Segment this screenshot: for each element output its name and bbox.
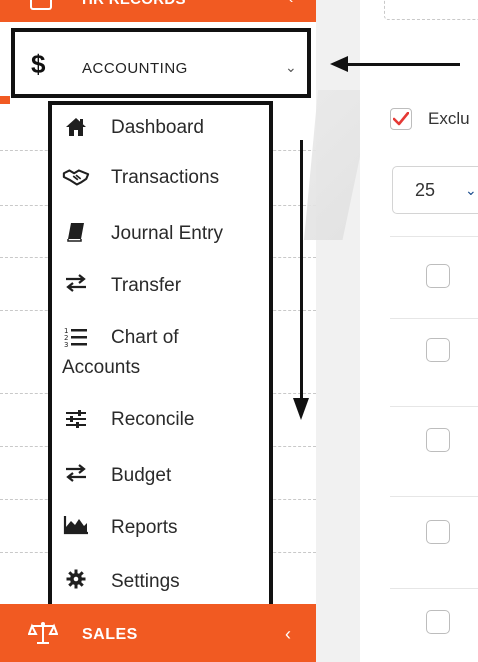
- submenu-item-label: Chart of: [111, 327, 179, 348]
- submenu-item-reconcile[interactable]: Reconcile: [52, 407, 269, 443]
- chevron-down-icon: ⌄: [465, 182, 477, 198]
- sidebar-item-sales[interactable]: SALES ‹: [0, 604, 316, 662]
- accounting-submenu: Dashboard Transactions Journal Entry Tra…: [48, 101, 273, 608]
- annotation-arrow-down: [300, 140, 303, 402]
- submenu-item-reports[interactable]: Reports: [52, 513, 269, 549]
- sidebar-item-label: SALES: [82, 626, 138, 643]
- row-checkbox[interactable]: [426, 338, 450, 362]
- home-icon: [62, 115, 90, 139]
- dollar-icon: $: [31, 49, 46, 79]
- sidebar-item-hr-records[interactable]: HR RECORDS ‹: [0, 0, 316, 22]
- submenu-item-dashboard[interactable]: Dashboard: [52, 115, 269, 151]
- row-divider: [390, 236, 478, 237]
- submenu-item-budget[interactable]: Budget: [52, 461, 269, 497]
- row-checkbox[interactable]: [426, 264, 450, 288]
- transfer-arrows-icon: [62, 271, 90, 295]
- submenu-item-transactions[interactable]: Transactions: [52, 165, 269, 201]
- row-divider: [390, 406, 478, 407]
- scale-icon: [27, 621, 59, 645]
- transfer-arrows-icon: [62, 461, 90, 485]
- chevron-left-icon: ‹: [285, 624, 291, 644]
- row-divider: [390, 318, 478, 319]
- sliders-icon: [62, 407, 90, 431]
- annotation-arrow-left: [344, 63, 460, 66]
- chevron-left-icon: ‹: [288, 0, 293, 8]
- submenu-item-label-line2: Accounts: [62, 357, 141, 378]
- exclude-checkbox[interactable]: [390, 108, 412, 130]
- row-checkbox[interactable]: [426, 610, 450, 634]
- svg-text:3: 3: [64, 341, 68, 348]
- page-size-value: 25: [415, 180, 436, 200]
- row-divider: [390, 496, 478, 497]
- submenu-item-label: Settings: [111, 571, 180, 592]
- submenu-item-label: Journal Entry: [111, 223, 223, 244]
- row-divider: [390, 588, 478, 589]
- sidebar-item-accounting[interactable]: $ ACCOUNTING ⌄: [11, 28, 311, 98]
- folder-icon: [30, 0, 52, 10]
- submenu-item-label: Transfer: [111, 275, 182, 296]
- area-chart-icon: [62, 513, 90, 537]
- submenu-item-settings[interactable]: Settings: [52, 567, 269, 603]
- book-icon: [62, 220, 90, 244]
- annotation-arrow-left-head: [330, 56, 348, 72]
- accent-tail: [0, 96, 10, 104]
- submenu-item-label: Reconcile: [111, 409, 195, 430]
- submenu-item-label: Dashboard: [111, 117, 204, 138]
- submenu-item-transfer[interactable]: Transfer: [52, 271, 269, 307]
- submenu-item-label: Budget: [111, 465, 172, 486]
- sidebar-item-label: ACCOUNTING: [82, 60, 188, 77]
- sidebar: HR RECORDS ‹ $ ACCOUNTING ⌄ Dashboard Tr…: [0, 0, 316, 662]
- numbered-list-icon: 123: [62, 325, 90, 349]
- row-checkbox[interactable]: [426, 520, 450, 544]
- exclude-label: Exclu: [428, 109, 470, 128]
- submenu-item-journal-entry[interactable]: Journal Entry: [52, 220, 269, 256]
- sidebar-item-label: HR RECORDS: [82, 0, 186, 8]
- chevron-down-icon: ⌄: [285, 59, 297, 75]
- gear-icon: [62, 567, 90, 591]
- page-size-select[interactable]: 25 ⌄: [392, 166, 478, 214]
- annotation-arrow-down-head: [293, 398, 309, 420]
- handshake-icon: [62, 165, 90, 189]
- submenu-item-label: Transactions: [111, 167, 220, 188]
- check-icon: [393, 112, 409, 126]
- submenu-item-label: Reports: [111, 517, 178, 538]
- main-content: Exclu 25 ⌄: [360, 0, 478, 662]
- submenu-item-chart-of-accounts[interactable]: 123 Chart of Accounts: [52, 323, 269, 387]
- filter-input[interactable]: [384, 0, 478, 20]
- row-checkbox[interactable]: [426, 428, 450, 452]
